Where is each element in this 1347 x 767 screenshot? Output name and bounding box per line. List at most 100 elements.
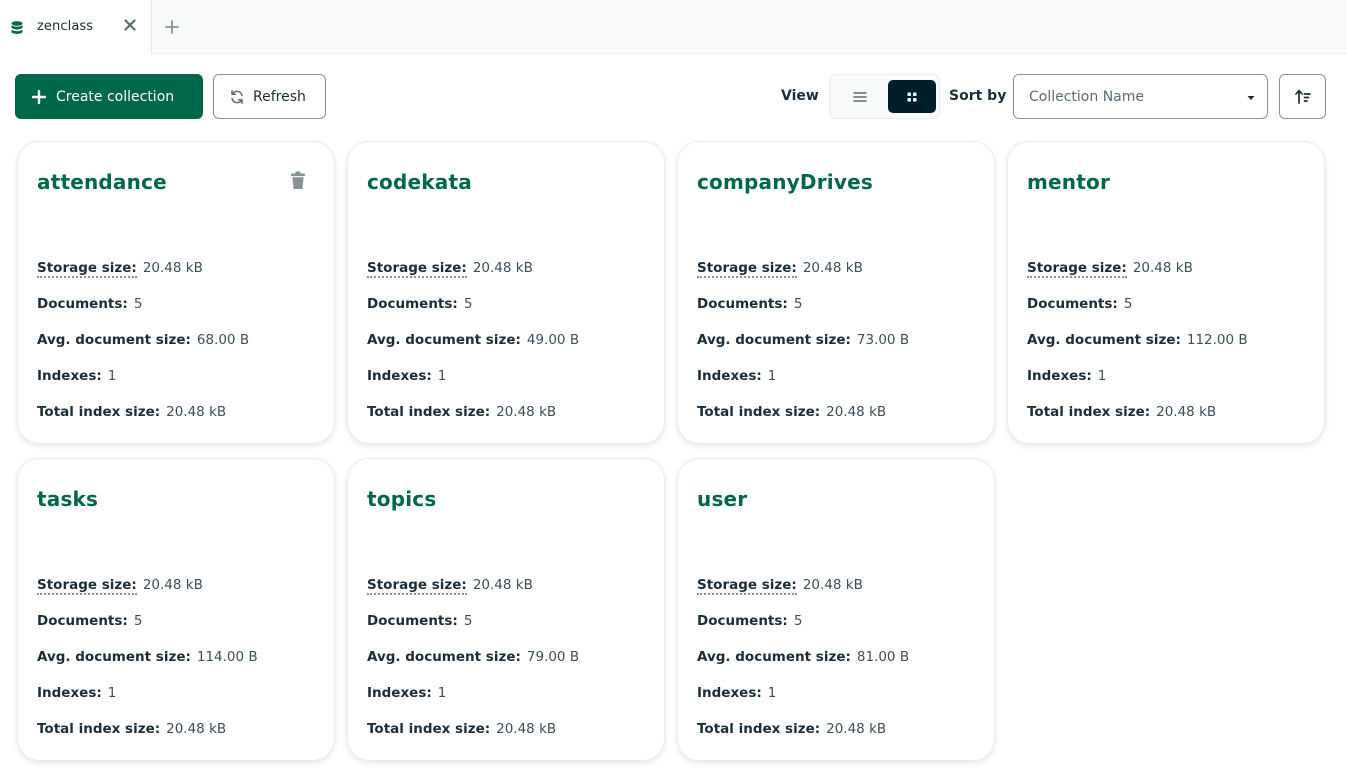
stat-storage: Storage size: 20.48 kB: [37, 577, 203, 595]
stat-documents: Documents: 5: [1027, 296, 1132, 312]
stat-label[interactable]: Storage size:: [367, 577, 467, 595]
stat-avg: Avg. document size: 79.00 B: [367, 649, 579, 665]
stat-label[interactable]: Storage size:: [697, 577, 797, 595]
stat-value: 1: [437, 685, 447, 701]
stat-label: Indexes:: [37, 685, 102, 701]
trash-icon[interactable]: [290, 171, 306, 190]
stat-label[interactable]: Storage size:: [367, 260, 467, 278]
stat-total: Total index size: 20.48 kB: [367, 721, 556, 737]
stat-avg: Avg. document size: 68.00 B: [37, 332, 249, 348]
sort-by-select[interactable]: Collection Name: [1013, 74, 1268, 119]
stat-value: 81.00 B: [856, 649, 910, 665]
collection-name[interactable]: attendance: [37, 170, 167, 194]
refresh-button[interactable]: Refresh: [213, 74, 326, 119]
stat-label[interactable]: Storage size:: [1027, 260, 1127, 278]
collection-name[interactable]: mentor: [1027, 170, 1110, 194]
sort-by-value: Collection Name: [1029, 89, 1145, 105]
tab-label: zenclass: [37, 19, 94, 34]
collection-card[interactable]: user Storage size: 20.48 kB Documents: 5 Avg.…: [677, 458, 995, 761]
stat-avg: Avg. document size: 112.00 B: [1027, 332, 1248, 348]
refresh-icon: [231, 89, 243, 104]
list-view-button[interactable]: [835, 80, 885, 113]
stat-label: Indexes:: [37, 368, 102, 384]
stat-value: 20.48 kB: [802, 577, 863, 593]
stat-label: Avg. document size:: [367, 332, 521, 348]
stat-total: Total index size: 20.48 kB: [697, 721, 886, 737]
stat-label: Documents:: [697, 613, 788, 629]
sort-direction-button[interactable]: [1279, 74, 1326, 119]
stat-storage: Storage size: 20.48 kB: [697, 577, 863, 595]
stat-value: 1: [1097, 368, 1107, 384]
collection-name[interactable]: companyDrives: [697, 170, 873, 194]
collection-card[interactable]: codekata Storage size: 20.48 kB Documents: 5…: [347, 141, 665, 444]
stat-value: 20.48 kB: [826, 721, 887, 737]
stat-storage: Storage size: 20.48 kB: [367, 260, 533, 278]
stat-label[interactable]: Storage size:: [37, 577, 137, 595]
stat-value: 5: [133, 296, 143, 312]
stat-label: Avg. document size:: [37, 332, 191, 348]
stat-label: Indexes:: [697, 368, 762, 384]
stat-label: Documents:: [367, 296, 458, 312]
stat-label: Total index size:: [367, 404, 491, 420]
collection-card[interactable]: companyDrives Storage size: 20.48 kB Docume…: [677, 141, 995, 444]
collection-card[interactable]: attendance Storage size: 20.48 kB Documents…: [17, 141, 335, 444]
stat-label: Avg. document size:: [367, 649, 521, 665]
collection-name[interactable]: tasks: [37, 487, 98, 511]
stat-documents: Documents: 5: [37, 613, 142, 629]
stat-label: Documents:: [1027, 296, 1118, 312]
stat-label: Total index size:: [697, 721, 821, 737]
stat-value: 20.48 kB: [802, 260, 863, 276]
stat-storage: Storage size: 20.48 kB: [697, 260, 863, 278]
collection-card[interactable]: tasks Storage size: 20.48 kB Documents: 5 Avg…: [17, 458, 335, 761]
list-icon: [853, 91, 867, 102]
stat-indexes: Indexes: 1: [37, 368, 116, 384]
stat-value: 1: [107, 685, 117, 701]
stat-value: 20.48 kB: [166, 721, 227, 737]
stat-value: 20.48 kB: [142, 260, 203, 276]
stat-value: 20.48 kB: [472, 577, 533, 593]
stat-label: Indexes:: [367, 368, 432, 384]
stat-label: Indexes:: [367, 685, 432, 701]
stat-documents: Documents: 5: [697, 613, 802, 629]
stat-indexes: Indexes: 1: [697, 685, 776, 701]
create-collection-button[interactable]: Create collection: [15, 74, 203, 119]
close-icon[interactable]: [122, 17, 138, 33]
stat-storage: Storage size: 20.48 kB: [37, 260, 203, 278]
stat-label: Indexes:: [1027, 368, 1092, 384]
create-collection-label: Create collection: [56, 88, 175, 105]
caret-down-icon: [1247, 96, 1255, 100]
add-tab-icon[interactable]: [164, 19, 180, 35]
stat-label: Avg. document size:: [697, 332, 851, 348]
plus-icon: [32, 89, 46, 104]
grid-view-button[interactable]: [888, 80, 936, 113]
collection-card[interactable]: topics Storage size: 20.48 kB Documents: 5 Av…: [347, 458, 665, 761]
collection-name[interactable]: topics: [367, 487, 436, 511]
sort-by-label: Sort by: [949, 88, 1007, 104]
stat-label: Total index size:: [37, 404, 161, 420]
stat-label: Total index size:: [697, 404, 821, 420]
collection-name[interactable]: user: [697, 487, 747, 511]
stat-total: Total index size: 20.48 kB: [367, 404, 556, 420]
stat-documents: Documents: 5: [367, 296, 472, 312]
view-toggle: [829, 74, 940, 119]
stat-total: Total index size: 20.48 kB: [37, 404, 226, 420]
stat-label[interactable]: Storage size:: [37, 260, 137, 278]
collection-card[interactable]: mentor Storage size: 20.48 kB Documents: 5 Av…: [1007, 141, 1325, 444]
stat-value: 20.48 kB: [472, 260, 533, 276]
view-label: View: [781, 88, 819, 104]
stat-label[interactable]: Storage size:: [697, 260, 797, 278]
stat-avg: Avg. document size: 114.00 B: [37, 649, 258, 665]
stat-indexes: Indexes: 1: [1027, 368, 1106, 384]
stat-value: 5: [133, 613, 143, 629]
stat-documents: Documents: 5: [37, 296, 142, 312]
tab-bar: zenclass: [0, 0, 1347, 54]
stat-value: 20.48 kB: [166, 404, 227, 420]
stat-storage: Storage size: 20.48 kB: [1027, 260, 1193, 278]
stat-label: Total index size:: [1027, 404, 1151, 420]
stat-value: 1: [437, 368, 447, 384]
stat-label: Documents:: [37, 613, 128, 629]
stat-indexes: Indexes: 1: [697, 368, 776, 384]
collection-name[interactable]: codekata: [367, 170, 472, 194]
tab-zenclass[interactable]: zenclass: [0, 0, 152, 54]
stat-value: 1: [107, 368, 117, 384]
